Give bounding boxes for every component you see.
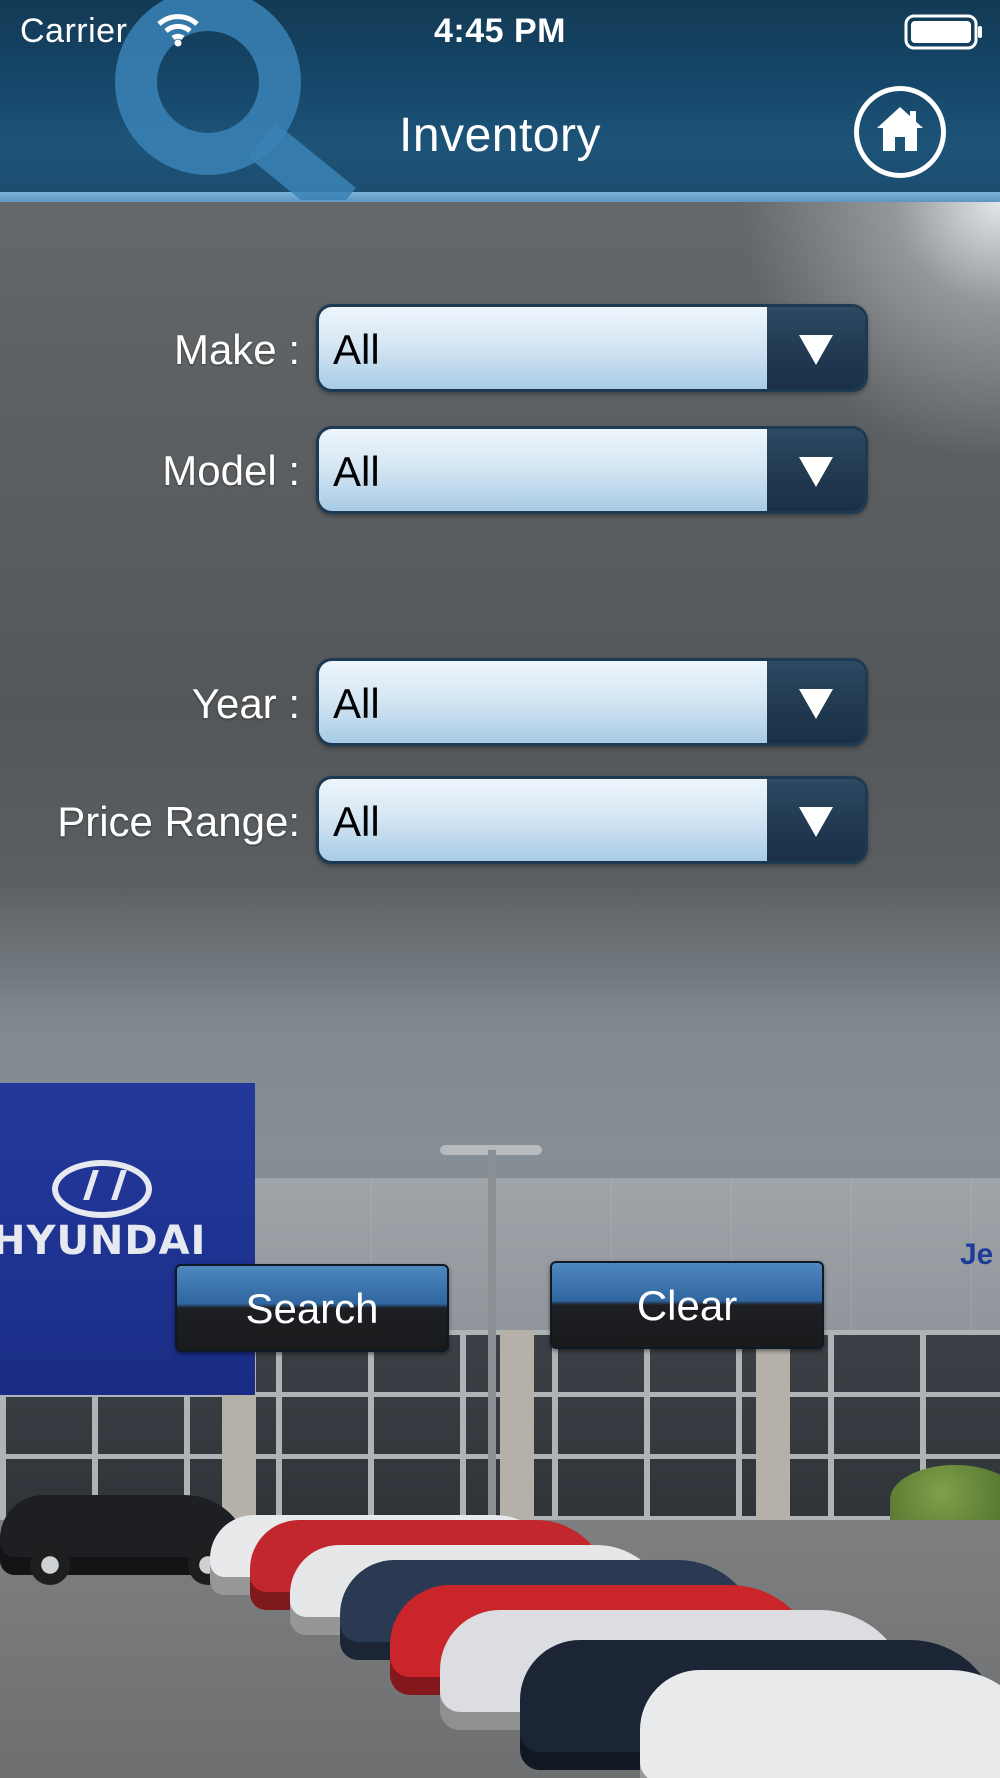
dealer-sign-text: HYUNDAI	[0, 1218, 207, 1264]
year-label: Year :	[191, 680, 300, 727]
year-dropdown[interactable]: All	[316, 658, 868, 746]
hyundai-logo-icon	[52, 1160, 152, 1218]
home-button[interactable]	[854, 86, 946, 178]
triangle-down-icon	[799, 335, 833, 365]
battery-full-icon	[904, 14, 982, 50]
make-dropdown-value: All	[319, 307, 767, 389]
triangle-down-icon	[799, 807, 833, 837]
car-wheel	[30, 1545, 70, 1585]
lamp-pole	[488, 1150, 496, 1530]
model-label: Model :	[162, 447, 300, 494]
make-label: Make :	[173, 326, 300, 373]
price-range-label: Price Range:	[57, 798, 300, 845]
home-icon	[877, 107, 923, 151]
status-time: 4:45 PM	[434, 12, 566, 50]
model-dropdown-value: All	[319, 429, 767, 511]
year-dropdown-value: All	[319, 661, 767, 743]
building-pillar	[500, 1330, 534, 1520]
model-dropdown[interactable]: All	[316, 426, 868, 514]
car	[640, 1670, 1000, 1778]
year-dropdown-toggle[interactable]	[767, 661, 865, 743]
price-range-dropdown[interactable]: All	[316, 776, 868, 864]
make-dropdown-toggle[interactable]	[767, 307, 865, 389]
model-dropdown-toggle[interactable]	[767, 429, 865, 511]
triangle-down-icon	[799, 689, 833, 719]
building-pillar	[756, 1330, 790, 1520]
inventory-screen: HYUNDAI Je Inventory Carrier 4:45 PM Mak…	[0, 0, 1000, 1778]
price-range-dropdown-toggle[interactable]	[767, 779, 865, 861]
status-bar: Carrier 4:45 PM	[0, 0, 1000, 64]
search-button[interactable]: Search	[175, 1264, 449, 1352]
make-dropdown[interactable]: All	[316, 304, 868, 392]
clear-button[interactable]: Clear	[550, 1261, 824, 1349]
building-sign-text: Je	[960, 1238, 994, 1271]
price-range-dropdown-value: All	[319, 779, 767, 861]
triangle-down-icon	[799, 457, 833, 487]
page-title: Inventory	[399, 109, 601, 162]
